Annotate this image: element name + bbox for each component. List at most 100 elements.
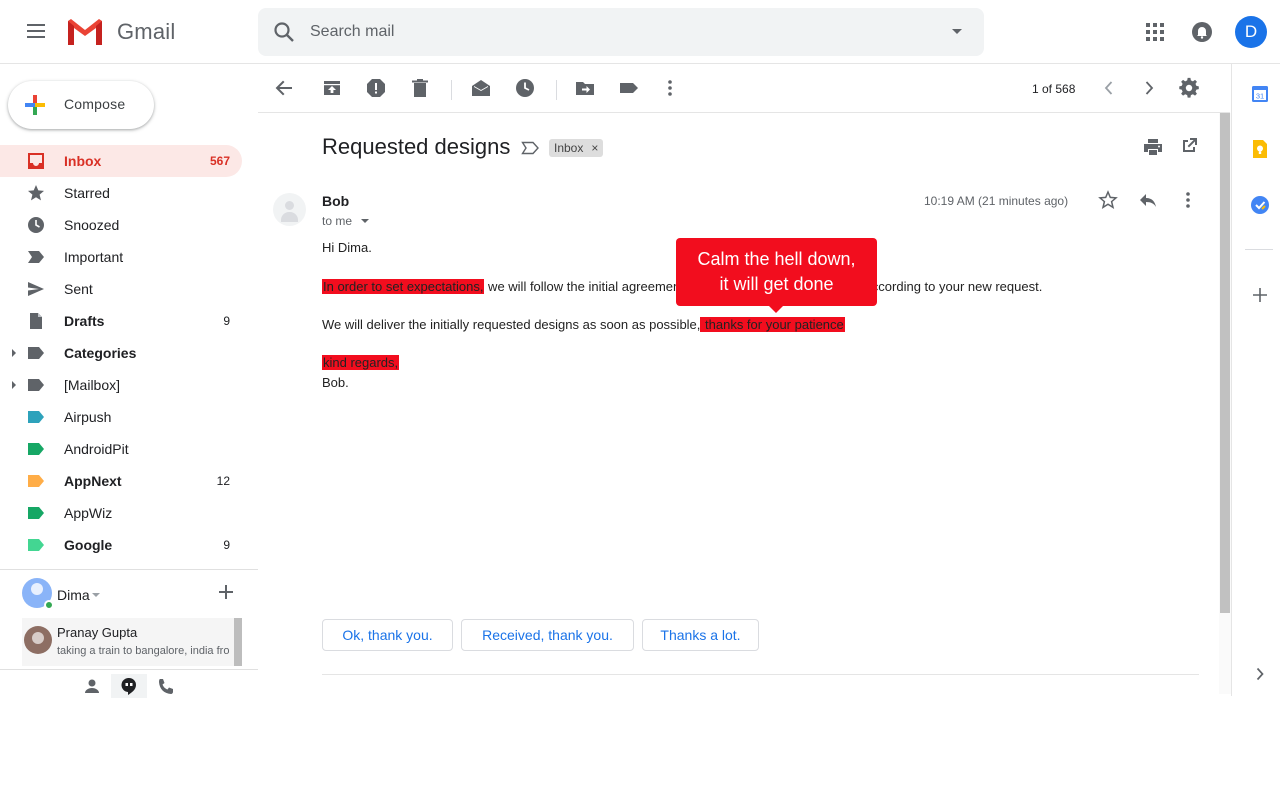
message-more-vertical-icon[interactable] (1180, 190, 1196, 210)
label-tag-icon[interactable] (618, 77, 640, 99)
unread-count: 567 (209, 154, 230, 168)
hangouts-user[interactable]: Dima (22, 578, 258, 610)
draft-icon (30, 313, 42, 329)
label-icon (28, 347, 44, 359)
calendar-icon[interactable]: 31 (1250, 84, 1270, 104)
back-arrow-icon[interactable] (273, 77, 295, 99)
sidebar-item-label: AppWiz (64, 505, 113, 521)
sidebar-item-label: Inbox (64, 153, 102, 169)
compose-button[interactable]: Compose (8, 81, 154, 129)
sidebar-item-inbox[interactable]: Inbox 567 (0, 145, 242, 177)
hangouts-chat-icon[interactable] (111, 674, 147, 698)
older-chevron-right-icon[interactable] (1138, 77, 1160, 99)
message-divider (322, 674, 1199, 675)
contact-list-scrollbar[interactable] (234, 618, 242, 666)
phone-call-icon[interactable] (149, 674, 185, 698)
expand-arrow-icon[interactable] (12, 349, 16, 357)
sidebar-item-appwiz[interactable]: AppWiz (0, 497, 242, 529)
smart-reply-button[interactable]: Thanks a lot. (642, 619, 759, 651)
top-bar: Gmail D (0, 0, 1280, 64)
contacts-person-icon[interactable] (74, 674, 110, 698)
move-to-folder-icon[interactable] (574, 77, 596, 99)
hangouts-contact[interactable]: Pranay Gupta taking a train to bangalore… (22, 618, 242, 666)
get-addons-plus-icon[interactable] (1250, 285, 1270, 305)
gmail-brand-text[interactable]: Gmail (117, 19, 175, 45)
search-input[interactable] (310, 20, 910, 44)
settings-gear-icon[interactable] (1178, 77, 1200, 99)
search-options-caret-icon[interactable] (952, 29, 962, 34)
notifications-bell-icon[interactable] (1190, 20, 1214, 44)
sidebar-item-appnext[interactable]: AppNext 12 (0, 465, 242, 497)
sidebar-item-categories[interactable]: Categories (0, 337, 242, 369)
snooze-clock-icon[interactable] (514, 77, 536, 99)
delete-trash-icon[interactable] (409, 77, 431, 99)
paragraph-text: We will deliver the initially requested … (322, 317, 701, 332)
hangouts-user-name[interactable]: Dima (57, 587, 90, 603)
tasks-icon[interactable] (1250, 195, 1270, 215)
sidebar-item-sent[interactable]: Sent (0, 273, 242, 305)
label-icon (28, 539, 44, 551)
sidebar-item-airpush[interactable]: Airpush (0, 401, 242, 433)
newer-chevron-left-icon[interactable] (1098, 77, 1120, 99)
account-avatar[interactable]: D (1235, 16, 1267, 48)
email-paragraph-2: We will deliver the initially requested … (322, 317, 845, 332)
unread-count: 12 (216, 474, 230, 488)
toolbar-divider (451, 80, 452, 100)
sidebar-item-google[interactable]: Google 9 (0, 529, 242, 561)
email-subject: Requested designs (322, 134, 511, 159)
main-scrollbar-thumb[interactable] (1220, 113, 1230, 613)
sender-name[interactable]: Bob (322, 193, 349, 209)
clock-icon (28, 217, 44, 233)
compose-plus-icon (25, 95, 45, 115)
sidebar-item-label: Airpush (64, 409, 112, 425)
email-greeting: Hi Dima. (322, 240, 372, 255)
highlighted-phrase: thanks for your patience (700, 317, 845, 332)
hangouts-tabs (0, 669, 258, 698)
highlighted-phrase: kind regards, (322, 355, 400, 370)
label-icon (28, 507, 44, 519)
sidebar-item-drafts[interactable]: Drafts 9 (0, 305, 242, 337)
expand-panel-chevron-icon[interactable] (1250, 664, 1270, 684)
more-options-vertical-icon[interactable] (659, 77, 681, 99)
show-details-caret-icon[interactable] (361, 219, 369, 223)
pagination-text: 1 of 568 (1032, 82, 1076, 96)
print-icon[interactable] (1143, 137, 1163, 157)
keep-notes-icon[interactable] (1250, 139, 1270, 159)
importance-marker-icon[interactable] (521, 141, 541, 155)
label-icon (28, 411, 44, 423)
sidebar-divider (0, 569, 258, 570)
main-menu-button[interactable] (24, 20, 48, 44)
expand-arrow-icon[interactable] (12, 381, 16, 389)
label-icon (28, 379, 44, 391)
search-icon[interactable] (272, 20, 296, 44)
user-menu-caret-icon[interactable] (92, 593, 100, 597)
sidebar-item-snoozed[interactable]: Snoozed (0, 209, 242, 241)
report-spam-icon[interactable] (365, 77, 387, 99)
sidebar-item-label: Sent (64, 281, 93, 297)
archive-icon[interactable] (321, 77, 343, 99)
mark-unread-icon[interactable] (470, 77, 492, 99)
search-bar[interactable] (258, 8, 984, 56)
remove-label-close-icon[interactable]: × (591, 139, 598, 157)
sidebar-item-label: Drafts (64, 313, 105, 329)
sidebar-item-important[interactable]: Important (0, 241, 242, 273)
reply-arrow-icon[interactable] (1138, 190, 1158, 210)
message-timestamp: 10:19 AM (21 minutes ago) (924, 194, 1069, 208)
smart-reply-button[interactable]: Ok, thank you. (322, 619, 453, 651)
sidebar-item-label: AndroidPit (64, 441, 129, 457)
open-in-new-window-icon[interactable] (1180, 137, 1198, 155)
draft-count: 9 (223, 314, 230, 328)
apps-grid-icon[interactable] (1143, 20, 1167, 44)
sidebar-item-mailbox[interactable]: [Mailbox] (0, 369, 242, 401)
sidebar-item-label: Google (64, 537, 113, 553)
sidebar-item-label: [Mailbox] (64, 377, 121, 393)
sidebar-item-starred[interactable]: Starred (0, 177, 242, 209)
add-contact-plus-icon[interactable] (218, 584, 234, 600)
online-status-icon (44, 600, 54, 610)
smart-reply-button[interactable]: Received, thank you. (461, 619, 634, 651)
sidebar-item-androidpit[interactable]: AndroidPit (0, 433, 242, 465)
inbox-label-chip[interactable]: Inbox × (549, 139, 604, 157)
star-outline-icon[interactable] (1098, 190, 1118, 210)
compose-label: Compose (64, 96, 126, 112)
highlighted-phrase: In order to set expectations, (322, 279, 485, 294)
